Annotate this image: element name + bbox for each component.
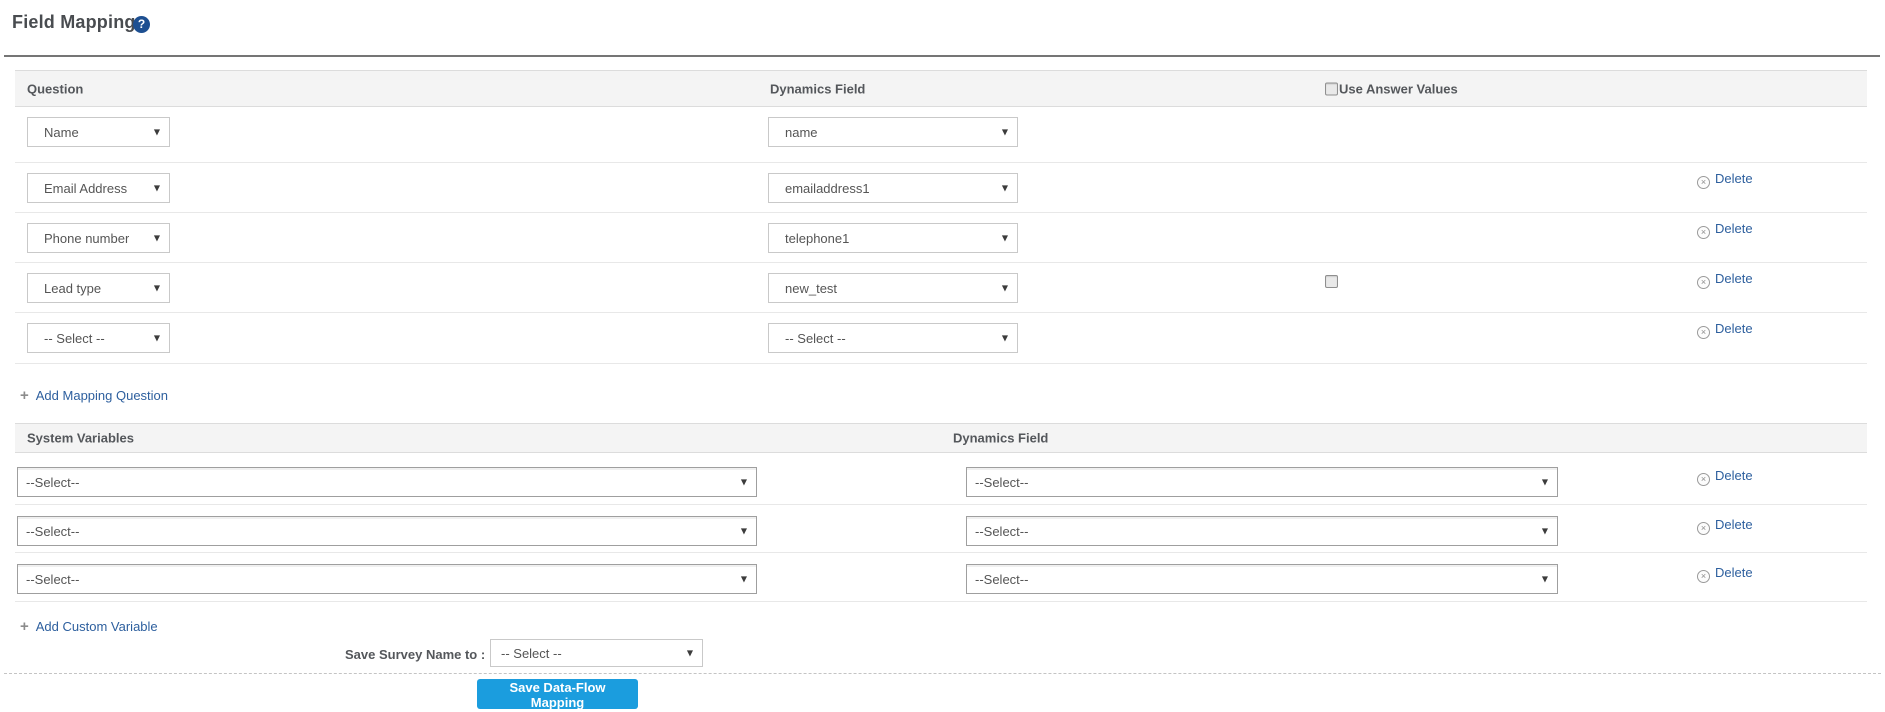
system-variable-select[interactable]: --Select--▼ [17,564,757,594]
system-variable-row: --Select--▼ --Select--▼ ×Delete [15,453,1867,505]
delete-icon: × [1697,276,1710,289]
delete-icon: × [1697,326,1710,339]
chevron-down-icon: ▼ [1002,128,1008,137]
dynamics-field-select[interactable]: --Select--▼ [966,564,1558,594]
system-variable-row: --Select--▼ --Select--▼ ×Delete [15,505,1867,553]
question-mapping-table: Question Dynamics Field Use Answer Value… [15,70,1867,364]
chevron-down-icon: ▼ [1542,575,1548,584]
help-icon[interactable]: ? [133,16,150,33]
use-answer-values-header: Use Answer Values [1325,81,1458,96]
delete-icon: × [1697,522,1710,535]
chevron-down-icon: ▼ [154,334,160,343]
delete-row-link[interactable]: ×Delete [1697,321,1753,339]
chevron-down-icon: ▼ [154,128,160,137]
delete-row-link[interactable]: ×Delete [1697,517,1753,535]
save-data-flow-mapping-button[interactable]: Save Data-Flow Mapping [477,679,638,709]
chevron-down-icon: ▼ [1002,334,1008,343]
system-variable-row: --Select--▼ --Select--▼ ×Delete [15,553,1867,602]
column-header-dynamics-field: Dynamics Field [770,81,865,96]
save-survey-name-select[interactable]: -- Select -- ▼ [490,639,703,667]
chevron-down-icon: ▼ [154,284,160,293]
dynamics-field-select[interactable]: emailaddress1▼ [768,173,1018,203]
delete-row-link[interactable]: ×Delete [1697,565,1753,583]
chevron-down-icon: ▼ [154,234,160,243]
chevron-down-icon: ▼ [1542,478,1548,487]
question-select[interactable]: Name▼ [27,117,170,147]
plus-icon: + [20,387,29,404]
question-mapping-row: Phone number▼ telephone1▼ ×Delete [15,213,1867,263]
column-header-question: Question [27,81,83,96]
chevron-down-icon: ▼ [1542,527,1548,536]
delete-icon: × [1697,176,1710,189]
plus-icon: + [20,618,29,635]
chevron-down-icon: ▼ [741,575,747,584]
delete-row-link[interactable]: ×Delete [1697,221,1753,239]
footer-divider [4,673,1881,674]
chevron-down-icon: ▼ [1002,284,1008,293]
add-mapping-question-label: Add Mapping Question [36,388,168,403]
dynamics-field-select[interactable]: --Select--▼ [966,516,1558,546]
chevron-down-icon: ▼ [1002,184,1008,193]
question-mapping-row: Email Address▼ emailaddress1▼ ×Delete [15,163,1867,213]
question-mapping-row: -- Select --▼ -- Select --▼ ×Delete [15,313,1867,364]
system-variable-select[interactable]: --Select--▼ [17,467,757,497]
delete-row-link[interactable]: ×Delete [1697,271,1753,289]
save-survey-name-label: Save Survey Name to : [345,647,485,662]
dynamics-field-select[interactable]: new_test▼ [768,273,1018,303]
use-answer-values-row-checkbox[interactable] [1325,275,1338,288]
chevron-down-icon: ▼ [741,478,747,487]
delete-icon: × [1697,570,1710,583]
column-header-dynamics-field-2: Dynamics Field [953,431,1048,446]
question-select[interactable]: Phone number▼ [27,223,170,253]
dynamics-field-select[interactable]: -- Select --▼ [768,323,1018,353]
dynamics-field-select[interactable]: name▼ [768,117,1018,147]
chevron-down-icon: ▼ [741,527,747,536]
title-divider [4,55,1880,57]
delete-icon: × [1697,226,1710,239]
add-custom-variable-link[interactable]: + Add Custom Variable [20,619,158,635]
question-mapping-row: Lead type▼ new_test▼ ×Delete [15,263,1867,313]
system-variable-select[interactable]: --Select--▼ [17,516,757,546]
use-answer-values-header-checkbox[interactable] [1325,82,1338,95]
use-answer-values-label: Use Answer Values [1339,81,1458,96]
delete-row-link[interactable]: ×Delete [1697,171,1753,189]
system-variables-table-header: System Variables Dynamics Field [15,423,1867,453]
add-mapping-question-link[interactable]: + Add Mapping Question [20,388,168,404]
add-custom-variable-label: Add Custom Variable [36,619,158,634]
column-header-system-variables: System Variables [27,431,134,446]
chevron-down-icon: ▼ [687,649,693,658]
question-select[interactable]: Lead type▼ [27,273,170,303]
question-select[interactable]: Email Address▼ [27,173,170,203]
question-select[interactable]: -- Select --▼ [27,323,170,353]
delete-icon: × [1697,473,1710,486]
system-variables-table: System Variables Dynamics Field --Select… [15,423,1867,602]
question-mapping-table-header: Question Dynamics Field Use Answer Value… [15,70,1867,107]
question-mapping-row: Name▼ name▼ [15,107,1867,163]
page-title: Field Mapping [12,12,136,33]
chevron-down-icon: ▼ [154,184,160,193]
chevron-down-icon: ▼ [1002,234,1008,243]
dynamics-field-select[interactable]: telephone1▼ [768,223,1018,253]
dynamics-field-select[interactable]: --Select--▼ [966,467,1558,497]
delete-row-link[interactable]: ×Delete [1697,468,1753,486]
field-mapping-page: Field Mapping ? Question Dynamics Field … [0,0,1885,712]
